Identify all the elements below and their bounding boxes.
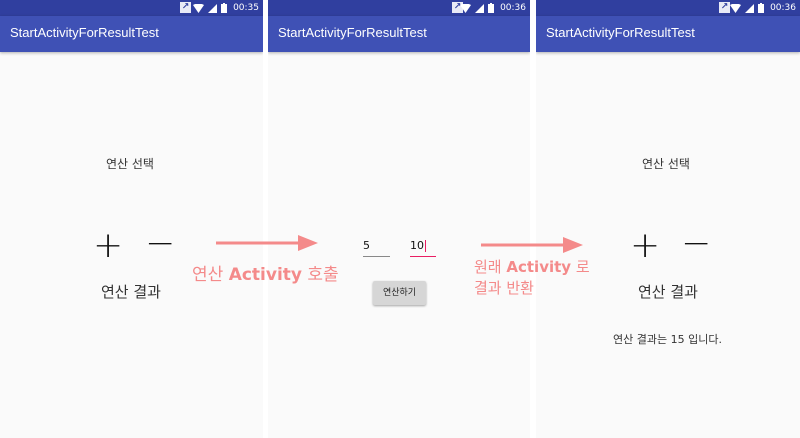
app-title: StartActivityForResultTest (546, 25, 695, 40)
wifi-icon (730, 3, 742, 13)
notification-icon: ↗ (719, 2, 730, 13)
plus-button[interactable]: + (630, 228, 660, 264)
battery-icon (221, 3, 228, 13)
signal-icon (208, 3, 218, 13)
number-b-value: 10 (410, 239, 424, 252)
clock: 00:36 (770, 3, 796, 13)
call-annotation-prefix: 연산 (192, 265, 229, 285)
call-annotation-bold: Activity (228, 265, 302, 285)
battery-icon (488, 3, 495, 13)
battery-icon (758, 3, 765, 13)
wifi-icon (193, 3, 205, 13)
wifi-icon (460, 3, 472, 13)
return-annotation-line2: 결과 반환 (474, 279, 534, 297)
return-arrow-icon (481, 237, 583, 253)
text-cursor (425, 240, 426, 252)
minus-button[interactable]: − (145, 226, 175, 262)
result-label: 연산 결과 (101, 283, 161, 301)
signal-icon (745, 3, 755, 13)
number-b-input[interactable]: 10 (410, 238, 436, 257)
screen-main-after: ↗ 00:36 StartActivityForResultTest 연산 선택… (536, 0, 800, 438)
app-bar: StartActivityForResultTest (536, 16, 800, 52)
status-bar: ↗ 00:35 (0, 0, 263, 16)
plus-button[interactable]: + (93, 228, 123, 264)
app-title: StartActivityForResultTest (10, 25, 159, 40)
screen-calculate: ↗ 00:36 StartActivityForResultTest 5 10 … (268, 0, 530, 438)
compute-button[interactable]: 연산하기 (373, 281, 426, 305)
status-bar: ↗ 00:36 (536, 0, 800, 16)
result-label: 연산 결과 (638, 283, 698, 301)
app-title: StartActivityForResultTest (278, 25, 427, 40)
return-annotation-bold: Activity (506, 258, 572, 276)
return-annotation: 원래 Activity 로 결과 반환 (474, 257, 590, 299)
clock: 00:36 (500, 3, 526, 13)
operation-select-label: 연산 선택 (642, 157, 690, 171)
call-annotation-suffix: 호출 (302, 265, 339, 285)
status-bar: ↗ 00:36 (268, 0, 530, 16)
minus-button[interactable]: − (681, 226, 711, 262)
number-a-input[interactable]: 5 (363, 238, 390, 257)
call-annotation: 연산 Activity 호출 (192, 265, 339, 286)
number-a-value: 5 (363, 239, 370, 252)
clock: 00:35 (233, 3, 259, 13)
app-bar: StartActivityForResultTest (268, 16, 530, 52)
notification-icon: ↗ (180, 2, 191, 13)
result-text: 연산 결과는 15 입니다. (613, 333, 722, 346)
operation-select-label: 연산 선택 (106, 157, 154, 171)
return-annotation-suffix: 로 (571, 258, 590, 276)
signal-icon (475, 3, 485, 13)
call-arrow-icon (216, 235, 318, 251)
screen-main-before: ↗ 00:35 StartActivityForResultTest 연산 선택… (0, 0, 263, 438)
return-annotation-prefix: 원래 (474, 258, 507, 276)
app-bar: StartActivityForResultTest (0, 16, 263, 52)
